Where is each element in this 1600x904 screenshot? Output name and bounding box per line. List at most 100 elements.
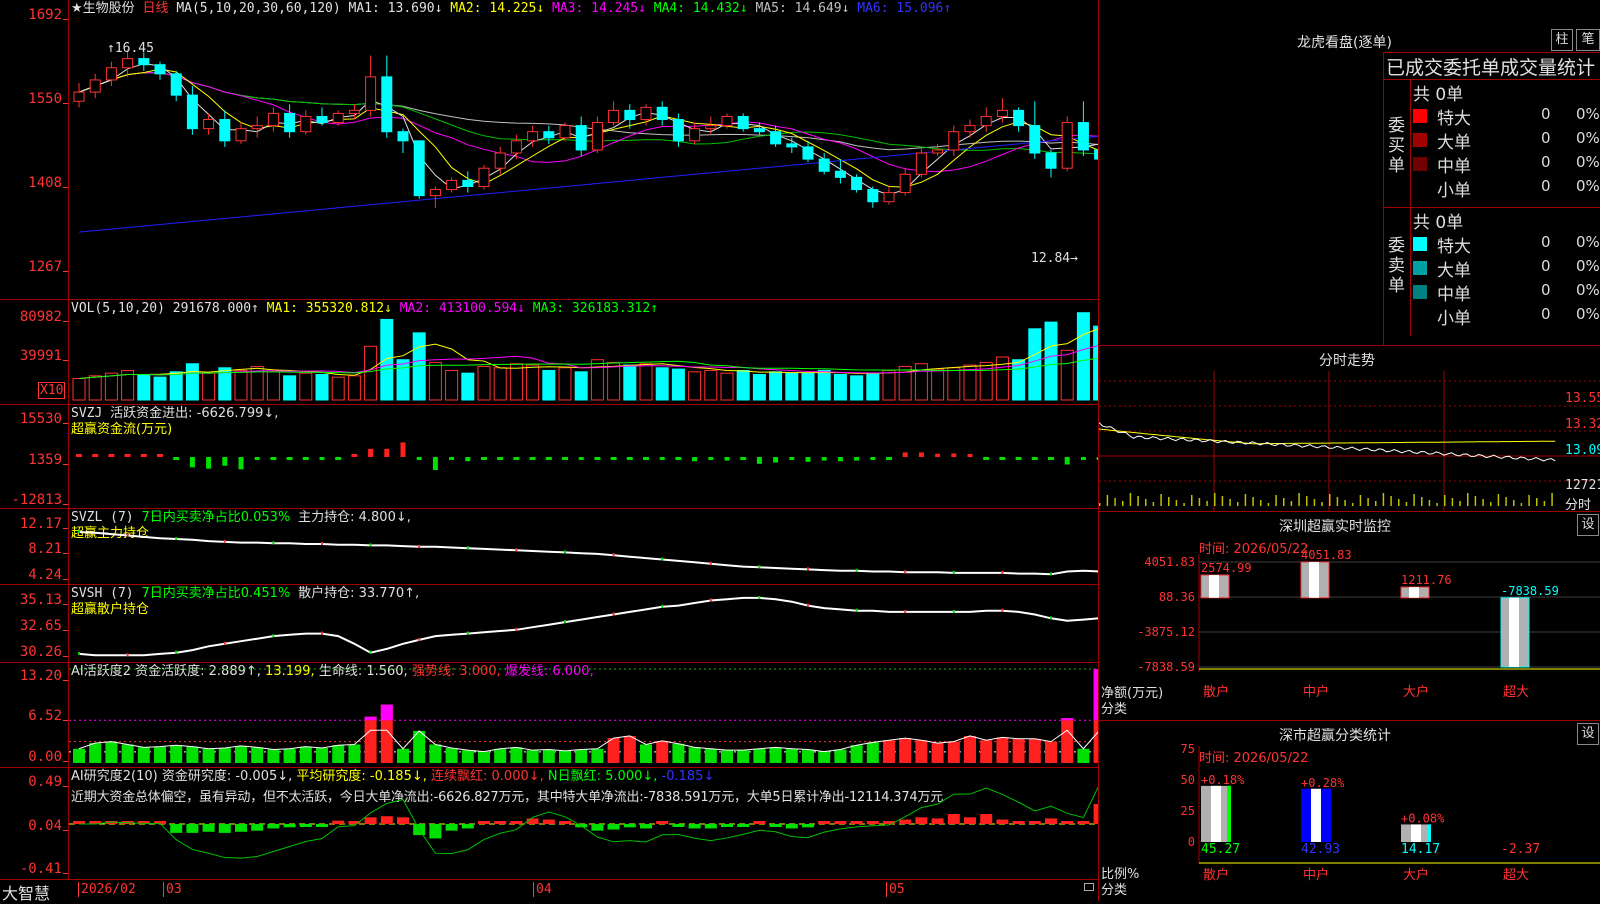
activity-bar-down <box>251 747 264 763</box>
outflow-bar <box>513 456 520 460</box>
kline-panel[interactable]: 1692 1550 1408 1267 ★生物股份 日线 MA(5,10,20,… <box>0 0 1098 300</box>
buy-row-swatch <box>1413 109 1427 123</box>
buy-row-pct: 0% <box>1576 177 1600 195</box>
y-tick: 30.26 <box>19 644 69 660</box>
tick-mark <box>223 539 226 543</box>
intraday-chart[interactable] <box>1099 371 1600 511</box>
ai-research-chart[interactable] <box>69 768 1098 879</box>
volume-chart[interactable] <box>69 300 1098 404</box>
candle-down <box>1077 122 1089 151</box>
classify-y-tick: 0 <box>1188 835 1195 849</box>
candle-down <box>770 131 782 145</box>
ai-hot-chart[interactable] <box>69 663 1098 767</box>
svsh-line <box>78 596 1098 657</box>
candle-up <box>89 79 101 93</box>
svzj-chart[interactable] <box>69 405 1098 508</box>
outflow-bar <box>254 456 260 460</box>
research-bar-down <box>235 824 247 832</box>
classify-chart[interactable]: 75 50 25 0 +0.18% 45.27 散户 +0.28% 42.93 中户 +0.08% 1… <box>1099 721 1600 901</box>
volume-bar-down <box>542 369 556 401</box>
dragon-tab[interactable]: 已成交委托单成交量统计 <box>1386 53 1595 80</box>
monitor-bar-label: 1211.76 <box>1401 573 1452 587</box>
classify-y-tick: 75 <box>1181 742 1195 756</box>
buy-row-count: 0 <box>1541 105 1551 123</box>
candle-down <box>656 106 668 121</box>
tick-mark <box>272 541 275 545</box>
y-tick: 0.04 <box>28 818 68 834</box>
intraday-volume-bar <box>1260 500 1262 506</box>
sell-row-name: 特大 <box>1437 237 1471 257</box>
intraday-volume-bar <box>1252 497 1254 506</box>
activity-bar-down <box>802 749 814 763</box>
candle-up <box>689 128 701 142</box>
candle-up <box>1061 122 1073 169</box>
svsh-chart[interactable] <box>69 585 1098 662</box>
sell-row-swatch <box>1413 285 1427 299</box>
outflow-bar <box>416 456 422 460</box>
intraday-panel[interactable]: 分时走势 13.55 13.32 13.09 12721 分时 <box>1098 345 1600 513</box>
svzj-panel[interactable]: 15530 1359 -12813 SVZJ 活跃资金进出: -6626.799… <box>0 405 1098 509</box>
tick-view-button[interactable]: 笔 <box>1576 29 1600 51</box>
svzl-panel[interactable]: 12.17 8.21 4.24 SVZL (7) 7日内买卖净占比0.053% … <box>0 509 1098 585</box>
volume-bar-up <box>493 367 507 401</box>
outflow-bar <box>659 456 665 460</box>
monitor-panel[interactable]: 深圳超赢实时监控 设 时间: 2026/05/22 4051.83 88.36 -3… <box>1098 511 1600 720</box>
lock-icon[interactable] <box>1084 883 1094 891</box>
activity-bar-down <box>186 746 199 763</box>
research-bar-up <box>1045 818 1057 824</box>
bar-view-button[interactable]: 柱 <box>1551 29 1573 51</box>
intraday-volume-bar <box>1428 500 1431 506</box>
volume-bar-up <box>445 369 459 401</box>
activity-bar-up <box>883 740 895 763</box>
buy-row-count: 0 <box>1541 177 1551 195</box>
research-bar-down <box>737 824 750 827</box>
outflow-bar <box>626 456 633 460</box>
volume-panel[interactable]: 80982 39991 X10 VOL(5,10,20) 291678.000↑… <box>0 300 1098 405</box>
candle-up <box>365 76 377 111</box>
tick-mark <box>321 541 323 545</box>
intraday-volume-bar <box>1497 494 1500 506</box>
tick-mark <box>952 609 955 613</box>
volume-bar-up <box>526 364 540 401</box>
candle-down <box>1045 152 1057 169</box>
research-bar-up <box>899 819 912 824</box>
outflow-bar <box>999 456 1006 460</box>
intraday-y-tick: 13.09 <box>1565 443 1600 458</box>
monitor-y-tick: 88.36 <box>1159 590 1195 604</box>
ai-hot-panel[interactable]: 13.20 6.52 0.00 AI活跃度2 资金活跃度: 2.889↑, 13… <box>0 663 1098 768</box>
classify-value: -2.37 <box>1501 842 1540 857</box>
ai-research-panel[interactable]: 0.49 0.04 -0.41 AI研究度2(10) 资金研究度: -0.005… <box>0 768 1098 880</box>
tick-mark <box>418 544 421 548</box>
research-bar-down <box>640 824 652 829</box>
intraday-volume-bar <box>1160 494 1162 506</box>
candle-up <box>883 192 895 203</box>
intraday-volume-bar <box>1413 494 1415 506</box>
intraday-volume-bar <box>1344 500 1346 506</box>
tick-mark <box>223 641 226 645</box>
classify-value: 14.17 <box>1401 842 1440 857</box>
y-tick: 1692 <box>28 7 68 23</box>
y-tick: 35.13 <box>19 592 69 608</box>
intraday-volume-bar <box>1175 500 1178 506</box>
monitor-category: 超大 <box>1503 685 1529 700</box>
volume-bar-down <box>1044 321 1058 401</box>
brand-logo[interactable]: 大智慧 <box>2 880 50 904</box>
candle-up <box>559 125 571 139</box>
intraday-volume-bar <box>1436 503 1438 506</box>
volume-bar-up <box>202 372 216 401</box>
monitor-bar-highlight <box>1209 575 1219 598</box>
research-bar-up <box>850 821 863 824</box>
svsh-panel[interactable]: 35.13 32.65 30.26 SVSH (7) 7日内买卖净占比0.451… <box>0 585 1098 663</box>
tick-mark <box>904 609 907 613</box>
intraday-volume-bar <box>1490 502 1492 506</box>
kline-chart[interactable]: ↑16.45 12.84→ <box>69 0 1098 299</box>
classify-panel[interactable]: 深市超赢分类统计 设 时间: 2026/05/22 75 50 25 0 +0.18% 4… <box>1098 720 1600 901</box>
monitor-chart[interactable]: 4051.83 88.36 -3875.12 -7838.59 2574.99 散户 405… <box>1099 512 1600 720</box>
svzl-chart[interactable] <box>69 509 1098 584</box>
activity-bar-up <box>931 743 944 763</box>
volume-bar-down <box>866 372 880 401</box>
outflow-bar <box>805 456 811 462</box>
svzl-y-axis: 12.17 8.21 4.24 <box>0 509 69 584</box>
outflow-bar <box>432 456 438 470</box>
tick-mark <box>466 631 469 635</box>
